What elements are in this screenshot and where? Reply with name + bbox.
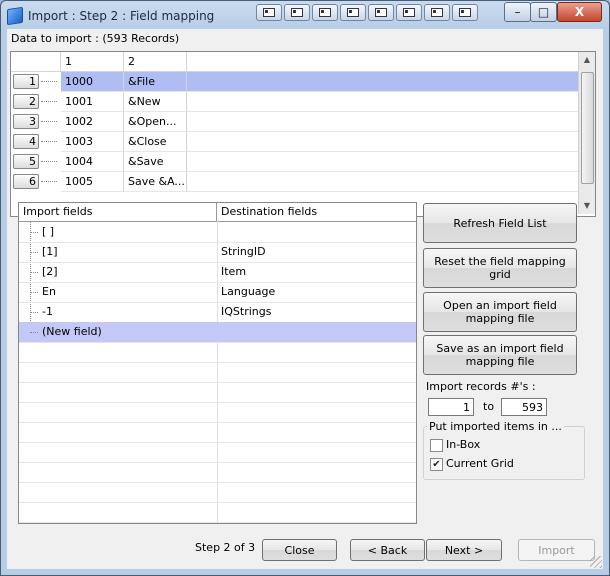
current-grid-label[interactable]: Current Grid (446, 457, 514, 470)
mapping-row[interactable]: En Language (19, 282, 416, 303)
destination-fields-header[interactable]: Destination fields (217, 203, 416, 221)
scroll-thumb[interactable] (581, 72, 594, 184)
layout-6-icon[interactable] (396, 4, 422, 21)
row-number-button[interactable]: 3 (13, 114, 39, 129)
data-cell[interactable]: 1004 (61, 152, 124, 172)
open-mapping-file-button[interactable]: Open an import field mapping file (423, 292, 577, 332)
import-button[interactable]: Import (518, 539, 595, 561)
row-number-button[interactable]: 1 (13, 74, 39, 89)
close-button[interactable]: Close (262, 539, 337, 561)
row-number-button[interactable]: 5 (13, 154, 39, 169)
destination-field-cell[interactable]: Item (221, 262, 246, 282)
mapping-row-new-field[interactable]: (New field) (19, 322, 416, 343)
field-mapping-grid[interactable]: Import fields Destination fields [ ] [1]… (18, 202, 417, 524)
empty-row (19, 402, 416, 423)
in-box-checkbox[interactable] (430, 439, 443, 452)
data-cell[interactable]: &Save (124, 152, 187, 172)
data-row[interactable]: 1 1000 &File (11, 72, 581, 92)
save-mapping-file-button[interactable]: Save as an import field mapping file (423, 335, 577, 375)
row-number-button[interactable]: 6 (13, 174, 39, 189)
current-grid-checkbox[interactable]: ✔ (430, 458, 443, 471)
data-preview-grid[interactable]: 1 2 1 1000 &File 2 1001 &New 3 1002 &Ope… (10, 51, 596, 217)
column-header-2[interactable]: 2 (124, 52, 187, 71)
empty-row (19, 342, 416, 363)
row-number-button[interactable]: 2 (13, 94, 39, 109)
layout-3-icon[interactable] (312, 4, 338, 21)
layout-8-icon[interactable] (452, 4, 478, 21)
data-row[interactable]: 4 1003 &Close (11, 132, 581, 152)
data-cell[interactable]: 1000 (61, 72, 124, 92)
destination-field-cell[interactable]: StringID (221, 242, 266, 262)
destination-field-cell[interactable]: IQStrings (221, 302, 271, 322)
records-to-input[interactable] (501, 398, 547, 416)
data-cell[interactable]: 1001 (61, 92, 124, 112)
step-indicator: Step 2 of 3 (195, 541, 256, 554)
layout-7-icon[interactable] (424, 4, 450, 21)
import-field-cell[interactable]: [ ] (42, 222, 54, 242)
empty-row (19, 422, 416, 443)
destination-field-cell[interactable]: Language (221, 282, 275, 302)
column-header-1[interactable]: 1 (61, 52, 124, 71)
data-cell[interactable]: 1003 (61, 132, 124, 152)
data-cell[interactable]: &Open... (124, 112, 187, 132)
import-fields-header[interactable]: Import fields (19, 203, 217, 221)
import-field-cell[interactable]: (New field) (42, 322, 102, 342)
layout-4-icon[interactable] (340, 4, 366, 21)
data-cell[interactable]: 1005 (61, 172, 124, 192)
next-button[interactable]: Next > (426, 539, 502, 561)
data-row[interactable]: 5 1004 &Save (11, 152, 581, 172)
import-records-label: Import records #'s : (426, 380, 536, 393)
data-to-import-label: Data to import : (593 Records) (11, 32, 180, 45)
data-cell[interactable]: 1002 (61, 112, 124, 132)
empty-row (19, 502, 416, 523)
maximize-button[interactable]: □ (530, 2, 557, 22)
mapping-row[interactable]: [ ] (19, 222, 416, 243)
refresh-field-list-button[interactable]: Refresh Field List (423, 203, 577, 243)
scroll-down-icon[interactable]: ▼ (579, 198, 595, 214)
data-cell[interactable]: &Close (124, 132, 187, 152)
layout-2-icon[interactable] (284, 4, 310, 21)
in-box-label[interactable]: In-Box (446, 438, 480, 451)
back-button[interactable]: < Back (350, 539, 425, 561)
empty-row (19, 462, 416, 483)
layout-1-icon[interactable] (256, 4, 282, 21)
records-to-label: to (483, 400, 495, 413)
empty-row (19, 362, 416, 383)
title-bar[interactable]: Import : Step 2 : Field mapping – □ X (1, 1, 609, 29)
data-cell[interactable]: &File (124, 72, 187, 92)
dialog-client-area: Data to import : (593 Records) 1 2 1 100… (7, 29, 603, 569)
mapping-row[interactable]: -1 IQStrings (19, 302, 416, 323)
layout-5-icon[interactable] (368, 4, 394, 21)
data-grid-header: 1 2 (11, 52, 581, 72)
data-row[interactable]: 3 1002 &Open... (11, 112, 581, 132)
put-items-groupbox (423, 426, 585, 480)
mapping-grid-header: Import fields Destination fields (19, 203, 416, 222)
data-cell[interactable]: &New (124, 92, 187, 112)
import-field-cell[interactable]: [1] (42, 242, 58, 262)
data-cell[interactable]: Save &A... (124, 172, 187, 192)
import-wizard-window: Import : Step 2 : Field mapping – □ X Da… (0, 0, 610, 576)
resize-grip-icon[interactable] (590, 556, 602, 568)
import-field-cell[interactable]: -1 (42, 302, 53, 322)
import-field-cell[interactable]: [2] (42, 262, 58, 282)
put-items-label: Put imported items in ... (427, 420, 564, 433)
records-from-input[interactable] (428, 398, 474, 416)
empty-row (19, 442, 416, 463)
mapping-row[interactable]: [2] Item (19, 262, 416, 283)
data-grid-scrollbar[interactable]: ▲ ▼ (578, 52, 595, 214)
row-header-corner (11, 52, 61, 71)
scroll-up-icon[interactable]: ▲ (579, 52, 595, 68)
mapping-row[interactable]: [1] StringID (19, 242, 416, 263)
import-field-cell[interactable]: En (42, 282, 56, 302)
app-icon (7, 6, 23, 26)
data-row[interactable]: 2 1001 &New (11, 92, 581, 112)
minimize-button[interactable]: – (504, 2, 531, 22)
empty-row (19, 482, 416, 503)
window-title: Import : Step 2 : Field mapping (28, 9, 215, 23)
row-number-button[interactable]: 4 (13, 134, 39, 149)
empty-row (19, 382, 416, 403)
close-window-button[interactable]: X (557, 2, 602, 22)
data-row[interactable]: 6 1005 Save &A... (11, 172, 581, 192)
reset-mapping-grid-button[interactable]: Reset the field mapping grid (423, 248, 577, 288)
